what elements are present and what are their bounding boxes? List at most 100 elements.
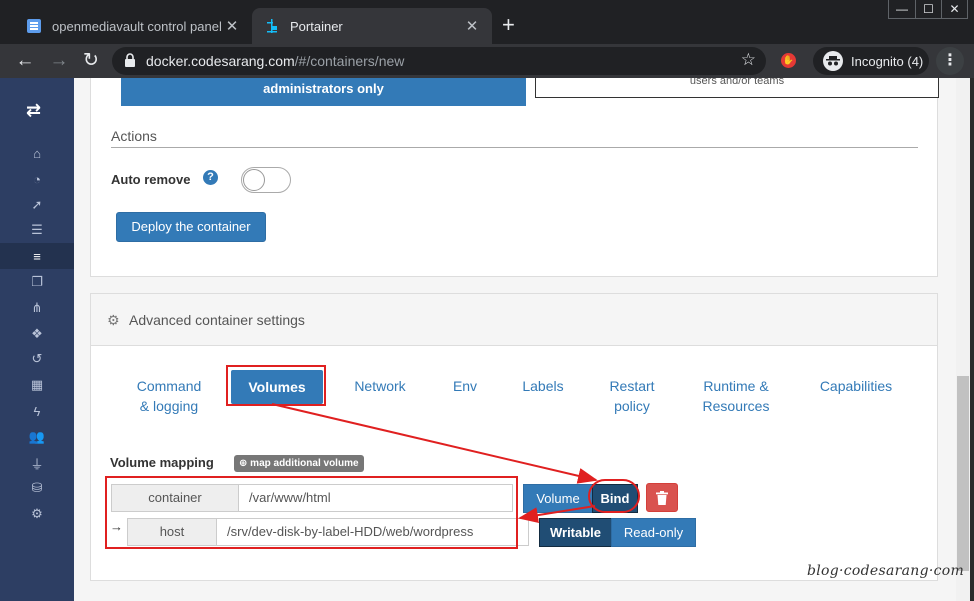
users-icon: 👥 xyxy=(28,429,46,444)
grid-icon: ▦ xyxy=(30,377,44,392)
browser-toolbar: ← → ↻ docker.codesarang.com/#/containers… xyxy=(0,44,974,78)
read-only-mode-button[interactable]: Read-only xyxy=(611,518,696,547)
incognito-icon xyxy=(823,51,843,71)
window-frame-edge xyxy=(970,78,974,601)
sidebar-item[interactable]: ↺ xyxy=(0,346,74,372)
incognito-label: Incognito (4) xyxy=(851,53,924,69)
scrollbar-thumb[interactable] xyxy=(957,376,969,571)
bookmark-star-icon[interactable]: ☆ xyxy=(741,50,756,70)
plus-circle-icon: ⊕ xyxy=(239,458,248,469)
deploy-container-button[interactable]: Deploy the container xyxy=(116,212,266,242)
database-icon: ⛁ xyxy=(31,480,43,495)
history-icon: ↺ xyxy=(31,351,43,366)
sidebar-item[interactable]: 👥 xyxy=(0,424,74,450)
users-teams-option[interactable]: users and/or teams xyxy=(535,78,939,98)
sidebar-item[interactable]: ❖ xyxy=(0,321,74,347)
sidebar-item[interactable]: ☰ xyxy=(0,217,74,243)
omv-icon xyxy=(27,19,41,33)
bind-type-button[interactable]: Bind xyxy=(592,484,638,513)
browser-tab-title: openmediavault control panel - c xyxy=(52,18,224,34)
lock-icon xyxy=(125,53,135,67)
create-container-panel: administrators only users and/or teams A… xyxy=(90,78,939,277)
advanced-settings-header: ⚙ Advanced container settings xyxy=(91,294,937,346)
sidebar-item[interactable]: ϟ xyxy=(0,398,74,424)
auto-remove-toggle[interactable] xyxy=(241,167,291,193)
sidebar-item[interactable]: ⌂ xyxy=(0,140,74,166)
host-path-input[interactable]: /srv/dev-disk-by-label-HDD/web/wordpress xyxy=(216,518,529,546)
sidebar-item[interactable]: ➚ xyxy=(0,192,74,218)
sidebar-item[interactable]: ❐ xyxy=(0,269,74,295)
tab-labels[interactable]: Labels xyxy=(515,376,571,396)
actions-section-title: Actions xyxy=(111,128,157,144)
tab-close-icon[interactable]: ✕ xyxy=(464,17,480,35)
url-path: /#/containers/new xyxy=(294,53,405,69)
toggle-knob xyxy=(243,169,265,191)
remove-volume-button[interactable] xyxy=(646,483,678,512)
sidebar-item[interactable]: ▦ xyxy=(0,372,74,398)
tab-runtime-resources[interactable]: Runtime & Resources xyxy=(696,376,776,416)
new-tab-button[interactable]: + xyxy=(502,14,515,36)
dashboard-icon: ◔ xyxy=(33,171,41,187)
volume-mapping-label: Volume mapping xyxy=(110,455,214,470)
plug-icon: ⏚ xyxy=(30,456,44,472)
volume-type-button[interactable]: Volume xyxy=(523,484,593,513)
sidebar-item[interactable]: ≡ xyxy=(0,243,74,269)
portainer-icon xyxy=(267,19,277,33)
tab-command-logging[interactable]: Command & logging xyxy=(131,376,207,416)
cog-icon: ⚙ xyxy=(107,312,120,328)
rocket-icon: ➚ xyxy=(31,197,43,212)
section-divider xyxy=(111,147,918,148)
close-window-icon[interactable]: ✕ xyxy=(941,0,967,18)
sidebar-item[interactable]: ⛁ xyxy=(0,475,74,501)
tab-restart-policy[interactable]: Restart policy xyxy=(603,376,661,416)
extension-hand-icon[interactable]: ✋ xyxy=(781,53,796,68)
tab-label: Env xyxy=(452,378,478,394)
admin-only-option[interactable]: administrators only xyxy=(121,78,526,106)
sidebar-item[interactable]: ⚙ xyxy=(0,501,74,527)
incognito-badge[interactable]: Incognito (4) xyxy=(813,47,929,75)
browser-tab-omv[interactable]: openmediavault control panel - c ✕ xyxy=(14,8,252,44)
watermark-text: blog·codesarang·com xyxy=(807,563,965,579)
clone-icon: ❐ xyxy=(31,274,43,289)
window-controls: — ☐ ✕ xyxy=(888,0,968,19)
tab-network[interactable]: Network xyxy=(347,376,413,396)
cogs-icon: ⚙ xyxy=(31,506,43,521)
sidebar-item[interactable]: ⏚ xyxy=(0,450,74,476)
sitemap-icon: ⋔ xyxy=(31,300,43,315)
back-arrow-icon[interactable]: ← xyxy=(14,50,36,72)
main-content: administrators only users and/or teams A… xyxy=(74,78,956,601)
address-bar[interactable]: docker.codesarang.com/#/containers/new ☆ xyxy=(112,47,766,75)
writable-mode-button[interactable]: Writable xyxy=(539,518,612,547)
tab-label: Command xyxy=(136,378,202,394)
tab-label: Volumes xyxy=(248,379,306,395)
home-icon: ⌂ xyxy=(33,145,41,161)
tab-label: Network xyxy=(354,378,406,394)
tab-label: policy xyxy=(614,398,650,414)
tab-close-icon[interactable]: ✕ xyxy=(224,17,240,35)
browser-menu-icon[interactable]: ⋮ xyxy=(936,47,964,75)
tab-env[interactable]: Env xyxy=(447,376,483,396)
map-additional-volume-label: map additional volume xyxy=(250,458,359,469)
tab-label: & logging xyxy=(139,398,199,414)
reload-icon[interactable]: ↻ xyxy=(80,50,102,72)
help-icon[interactable]: ? xyxy=(203,170,218,185)
sidebar-item[interactable]: ⋔ xyxy=(0,295,74,321)
sidebar-item[interactable]: ◔ xyxy=(0,166,74,192)
list-icon: ☰ xyxy=(31,222,43,237)
switch-endpoint-icon[interactable]: ⇄ xyxy=(26,100,41,121)
screenshot-root: openmediavault control panel - c ✕ Porta… xyxy=(0,0,974,601)
tab-volumes[interactable]: Volumes xyxy=(231,370,323,404)
url-text: docker.codesarang.com/#/containers/new xyxy=(146,53,404,69)
trash-icon xyxy=(656,491,668,505)
advanced-settings-tabs: Command & logging Volumes Network Env La… xyxy=(91,360,937,420)
forward-arrow-icon[interactable]: → xyxy=(48,50,70,72)
maximize-icon[interactable]: ☐ xyxy=(915,0,941,18)
tab-capabilities[interactable]: Capabilities xyxy=(811,376,901,396)
container-path-input[interactable]: /var/www/html xyxy=(238,484,513,512)
browser-tab-portainer[interactable]: Portainer ✕ xyxy=(252,8,492,44)
map-additional-volume-button[interactable]: ⊕ map additional volume xyxy=(234,455,364,472)
minimize-icon[interactable]: — xyxy=(889,0,915,18)
tab-label: Labels xyxy=(522,378,564,394)
portainer-sidebar: ⇄ ⌂ ◔ ➚ ☰ ≡ ❐ ⋔ ❖ ↺ ▦ ϟ 👥 ⏚ ⛁ ⚙ xyxy=(0,78,74,601)
advanced-settings-panel: ⚙ Advanced container settings Command & … xyxy=(90,293,938,581)
